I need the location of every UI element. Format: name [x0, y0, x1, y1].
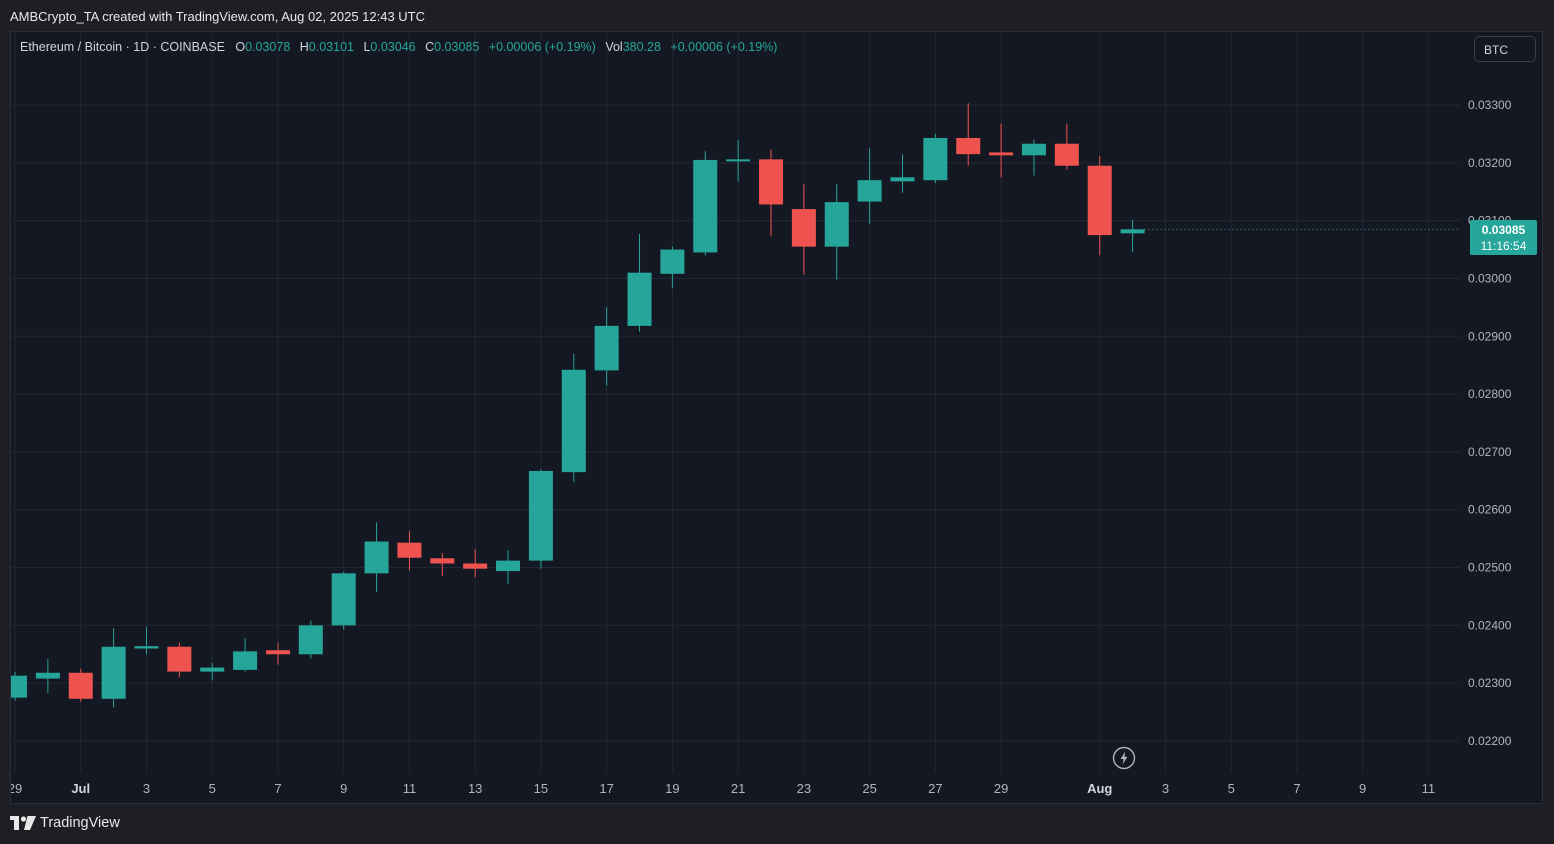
y-axis-tick-label: 0.02900: [1468, 329, 1512, 343]
x-axis-tick-label: Jul: [71, 781, 90, 796]
chart-frame[interactable]: 0.02200 0.02300 0.02400 0.02500 0.02600 0.027…: [10, 31, 1543, 804]
x-axis-tick-label: 9: [340, 781, 347, 796]
candle-body: [430, 558, 455, 564]
symbol-legend: Ethereum / Bitcoin · 1D · COINBASE O0.03…: [20, 40, 777, 54]
y-axis-tick-label: 0.02400: [1468, 618, 1512, 632]
candle-body: [594, 325, 619, 371]
volume-label: Vol: [605, 40, 623, 54]
candle-body: [265, 650, 290, 655]
x-axis-tick-label: 5: [1228, 781, 1235, 796]
low-value: 0.03046: [370, 40, 416, 54]
open-value: 0.03078: [245, 40, 291, 54]
brand-name: TradingView: [40, 815, 120, 831]
symbol-title[interactable]: Ethereum / Bitcoin · 1D · COINBASE: [20, 40, 225, 54]
y-axis-tick-label: 0.02300: [1468, 676, 1512, 690]
y-axis-tick-label: 0.02500: [1468, 561, 1512, 575]
candle-body: [956, 137, 981, 155]
open-label: O: [235, 40, 246, 54]
footer-bar: [0, 806, 1554, 844]
candle-body: [101, 646, 126, 699]
high-value: 0.03101: [308, 40, 354, 54]
x-axis-tick-label: 15: [534, 781, 548, 796]
x-axis-tick-label: 3: [143, 781, 150, 796]
candle-body: [397, 542, 422, 558]
x-axis-tick-label: 29: [11, 781, 22, 796]
last-price: 0.03085: [1481, 223, 1526, 237]
x-axis-tick-label: 29: [994, 781, 1008, 796]
bar-countdown: 11:16:54: [1480, 239, 1527, 253]
y-axis-tick-label: 0.02200: [1468, 734, 1512, 748]
candle-body: [759, 159, 784, 205]
candle-body: [824, 202, 849, 247]
y-axis-tick-label: 0.02700: [1468, 445, 1512, 459]
last-price-badge: 0.03085 11:16:54: [1470, 220, 1537, 255]
y-axis-tick-label: 0.03200: [1468, 156, 1512, 170]
candle-body: [890, 177, 915, 182]
y-axis-tick-label: 0.02600: [1468, 503, 1512, 517]
x-axis-tick-label: Aug: [1087, 781, 1112, 796]
chart-caption: AMBCrypto_TA created with TradingView.co…: [10, 9, 426, 24]
x-axis-tick-label: 9: [1359, 781, 1366, 796]
candlestick-chart[interactable]: 0.02200 0.02300 0.02400 0.02500 0.02600 0.027…: [11, 32, 1542, 803]
x-axis-tick-label: 5: [209, 781, 216, 796]
x-axis-tick-label: 7: [274, 781, 281, 796]
x-axis-tick-label: 17: [599, 781, 613, 796]
candle-body: [1021, 143, 1046, 156]
y-axis-tick-label: 0.03000: [1468, 271, 1512, 285]
candle-body: [561, 369, 586, 473]
x-axis-tick-label: 7: [1293, 781, 1300, 796]
high-label: H: [299, 40, 309, 54]
tradingview-logo-icon: [10, 816, 36, 830]
volume-value: 380.28: [622, 40, 661, 54]
x-axis-tick-label: 19: [665, 781, 679, 796]
candle-body: [1120, 229, 1145, 234]
x-axis-tick-label: 13: [468, 781, 482, 796]
close-label: C: [425, 40, 435, 54]
close-value: 0.03085: [434, 40, 480, 54]
currency-button[interactable]: BTC: [1474, 36, 1536, 62]
change-value: +0.00006 (+0.19%): [488, 40, 596, 54]
x-axis-tick-label: 23: [797, 781, 811, 796]
candle-body: [528, 470, 553, 561]
x-axis-tick-label: 25: [862, 781, 876, 796]
candle-body: [693, 159, 718, 253]
x-axis-tick-label: 11: [1422, 781, 1436, 796]
candle-body: [364, 541, 389, 574]
candle-body: [298, 625, 323, 655]
candle-body: [923, 137, 948, 181]
candle-body: [35, 672, 60, 679]
candle-body: [167, 646, 192, 672]
volume-change: +0.00006 (+0.19%): [670, 40, 778, 54]
candle-body: [1054, 143, 1079, 166]
x-axis-tick-label: 21: [731, 781, 745, 796]
candle-body: [463, 563, 488, 569]
candle-body: [68, 672, 93, 699]
candle-body: [627, 272, 652, 326]
x-axis-tick-label: 11: [403, 781, 417, 796]
candle-body: [134, 646, 159, 649]
lightning-icon[interactable]: [1112, 746, 1136, 770]
candle-body: [331, 573, 356, 626]
candle-body: [857, 180, 882, 202]
candle-body: [660, 249, 685, 274]
candle-body: [791, 209, 816, 247]
candle-body: [496, 560, 521, 572]
x-axis-tick-label: 3: [1162, 781, 1169, 796]
x-axis-tick-label: 27: [928, 781, 942, 796]
candle-body: [726, 159, 751, 162]
y-axis-tick-label: 0.03300: [1468, 98, 1512, 112]
y-axis-tick-label: 0.02800: [1468, 387, 1512, 401]
candle-body: [200, 667, 225, 672]
candle-body: [11, 675, 27, 698]
candle-body: [233, 651, 258, 670]
candle-body: [1087, 165, 1112, 236]
candle-body: [989, 152, 1014, 156]
tradingview-logo[interactable]: TradingView: [10, 815, 120, 831]
